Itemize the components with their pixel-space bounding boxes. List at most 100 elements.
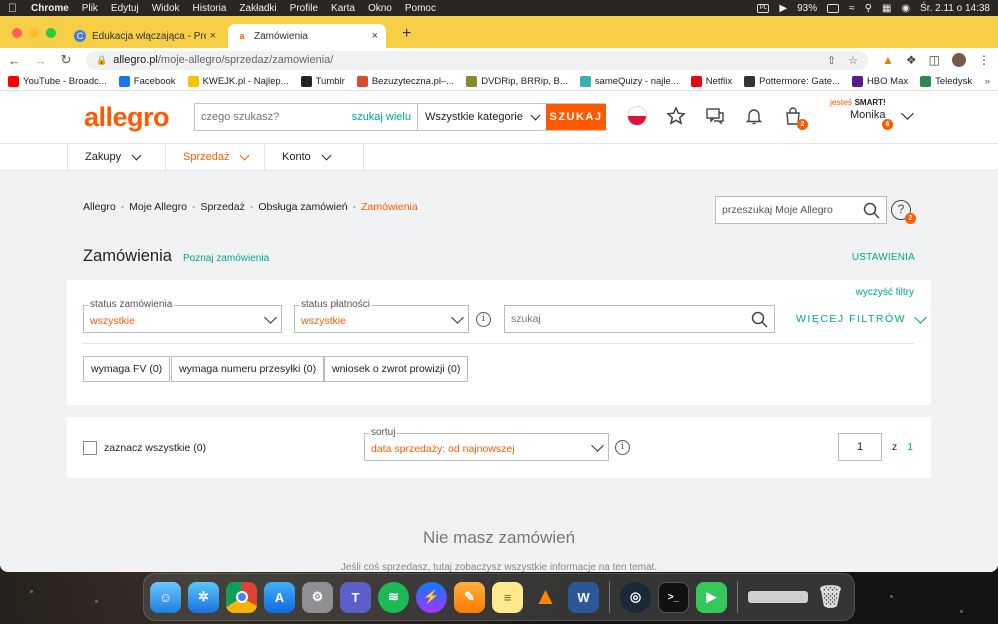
control-center-icon[interactable]: ▦ <box>882 3 891 14</box>
bookmark-star-icon[interactable]: ☆ <box>848 54 858 67</box>
learn-orders-link[interactable]: Poznaj zamówienia <box>183 253 269 264</box>
select-all-checkbox[interactable] <box>83 441 97 455</box>
info-icon[interactable]: i <box>615 440 630 455</box>
nav-zakupy[interactable]: Zakupy <box>67 144 166 170</box>
nav-konto[interactable]: Konto <box>265 144 364 170</box>
safari-icon[interactable]: ✲ <box>188 581 219 613</box>
battery-icon[interactable] <box>827 3 840 13</box>
play-icon[interactable]: ▶ <box>779 3 787 14</box>
terminal-icon[interactable]: >_ <box>658 581 689 613</box>
search-icon[interactable] <box>863 202 880 219</box>
minimize-window-button[interactable] <box>29 28 39 38</box>
menu-history[interactable]: Historia <box>193 3 227 14</box>
my-allegro-search-input[interactable]: przeszukaj Moje Allegro <box>715 196 887 224</box>
bookmark-item[interactable]: Tumblr <box>300 75 345 87</box>
word-icon[interactable]: W <box>568 581 599 613</box>
chip-invoice-required[interactable]: wymaga FV (0) <box>83 356 171 382</box>
page-total-link[interactable]: 1 <box>907 441 913 453</box>
spotify-icon[interactable]: ≋ <box>378 581 409 613</box>
profile-avatar[interactable] <box>952 53 966 67</box>
pages-icon[interactable]: ✎ <box>454 581 485 613</box>
menu-tab[interactable]: Karta <box>331 3 355 14</box>
breadcrumb-sprzedaz[interactable]: Sprzedaż <box>200 201 244 213</box>
menu-app-name[interactable]: Chrome <box>31 3 69 14</box>
zoom-window-button[interactable] <box>46 28 56 38</box>
close-tab-icon[interactable]: × <box>372 30 378 42</box>
menu-window[interactable]: Okno <box>368 3 392 14</box>
settings-link[interactable]: USTAWIENIA <box>852 252 915 263</box>
notifications-button[interactable] <box>743 105 764 126</box>
user-menu[interactable]: jesteś SMART! Monika 6 <box>830 97 920 130</box>
messenger-icon[interactable]: ⚡ <box>416 581 447 613</box>
chrome-icon[interactable] <box>226 581 257 613</box>
menu-view[interactable]: Widok <box>152 3 180 14</box>
menu-bookmarks[interactable]: Zakładki <box>239 3 276 14</box>
menu-clock[interactable]: Śr. 2.11 o 14:38 <box>920 3 990 14</box>
orders-search-input[interactable]: szukaj <box>504 305 775 333</box>
tab-edukacja[interactable]: C Edukacja włączająca - Prezent × <box>66 24 224 48</box>
menu-file[interactable]: Plik <box>82 3 98 14</box>
menu-help[interactable]: Pomoc <box>405 3 436 14</box>
language-flag-button[interactable] <box>626 105 647 126</box>
wifi-icon[interactable]: ≈ <box>849 3 855 14</box>
bookmark-item[interactable]: Teledysk <box>920 75 972 87</box>
menu-profiles[interactable]: Profile <box>290 3 318 14</box>
keyboard-layout-icon[interactable]: PL <box>757 3 770 13</box>
page-number-input[interactable]: 1 <box>838 433 882 461</box>
search-icon[interactable] <box>751 311 768 328</box>
category-select[interactable]: Wszystkie kategorie <box>418 104 546 130</box>
extension-icon[interactable]: ▲ <box>882 53 894 67</box>
steam-icon[interactable]: ◎ <box>620 581 651 613</box>
bookmark-item[interactable]: Netflix <box>690 75 732 87</box>
sort-select[interactable]: sortuj data sprzedaży: od najnowszej <box>364 427 609 461</box>
order-status-select[interactable]: status zamówienia wszystkie <box>83 299 282 333</box>
close-tab-icon[interactable]: × <box>210 30 216 42</box>
new-tab-button[interactable]: + <box>402 25 411 43</box>
notes-icon[interactable]: ≡ <box>492 581 523 613</box>
siri-icon[interactable]: ◉ <box>901 3 910 14</box>
lock-icon[interactable]: 🔒 <box>96 55 107 66</box>
nav-sprzedaz[interactable]: Sprzedaż <box>166 144 265 170</box>
close-window-button[interactable] <box>12 28 22 38</box>
breadcrumb-allegro[interactable]: Allegro <box>83 201 116 213</box>
search-button[interactable]: SZUKAJ <box>546 104 606 130</box>
payment-status-select[interactable]: status płatności wszystkie <box>294 299 469 333</box>
search-input[interactable] <box>195 104 352 130</box>
breadcrumb-moje-allegro[interactable]: Moje Allegro <box>129 201 187 213</box>
extensions-puzzle-icon[interactable]: ❖ <box>906 53 917 67</box>
bookmark-item[interactable]: KWEJK.pl - Najlep... <box>187 75 289 87</box>
reload-icon[interactable]: ↻ <box>60 52 72 68</box>
menu-edit[interactable]: Edytuj <box>111 3 139 14</box>
more-menu-icon[interactable]: ⋮ <box>978 53 990 67</box>
forward-icon[interactable]: → <box>34 53 47 68</box>
bookmark-item[interactable]: DVDRip, BRRip, B... <box>466 75 568 87</box>
tab-zamowienia[interactable]: a Zamówienia × <box>228 24 386 48</box>
help-button[interactable]: ? 2 <box>891 200 916 224</box>
info-icon[interactable]: i <box>476 312 491 327</box>
trash-icon[interactable]: 🗑 <box>815 582 846 613</box>
apple-icon[interactable]:  <box>8 1 17 15</box>
facetime-icon[interactable]: ▶ <box>696 581 727 613</box>
bookmark-item[interactable]: Bezuzyteczna.pl–... <box>356 75 454 87</box>
system-preferences-icon[interactable]: ⚙ <box>302 581 333 613</box>
back-icon[interactable]: ← <box>8 53 21 68</box>
chip-tracking-required[interactable]: wymaga numeru przesyłki (0) <box>171 356 325 382</box>
bookmark-item[interactable]: HBO Max <box>851 75 908 87</box>
more-filters-button[interactable]: WIĘCEJ FILTRÓW <box>796 310 927 325</box>
app-store-icon[interactable]: A <box>264 581 295 613</box>
bookmarks-overflow-button[interactable]: » <box>985 76 990 87</box>
allegro-logo[interactable]: allegro <box>84 102 194 133</box>
cart-button[interactable]: 2 <box>782 105 808 130</box>
downloads-stack-icon[interactable] <box>748 591 808 603</box>
share-icon[interactable]: ⇧ <box>827 54 836 67</box>
clear-filters-link[interactable]: wyczyść filtry <box>856 287 914 298</box>
teams-icon[interactable]: T <box>340 581 371 613</box>
search-multi-link[interactable]: szukaj wielu <box>352 104 418 130</box>
finder-icon[interactable]: ☺ <box>150 581 181 613</box>
breadcrumb-obsluga[interactable]: Obsługa zamówień <box>258 201 347 213</box>
bookmark-item[interactable]: sameQuizy - najle... <box>579 75 679 87</box>
sidebar-icon[interactable]: ◫ <box>929 53 940 67</box>
favorites-button[interactable] <box>665 105 686 126</box>
spotlight-icon[interactable]: ⚲ <box>865 3 872 14</box>
select-all[interactable]: zaznacz wszystkie (0) <box>83 441 206 455</box>
